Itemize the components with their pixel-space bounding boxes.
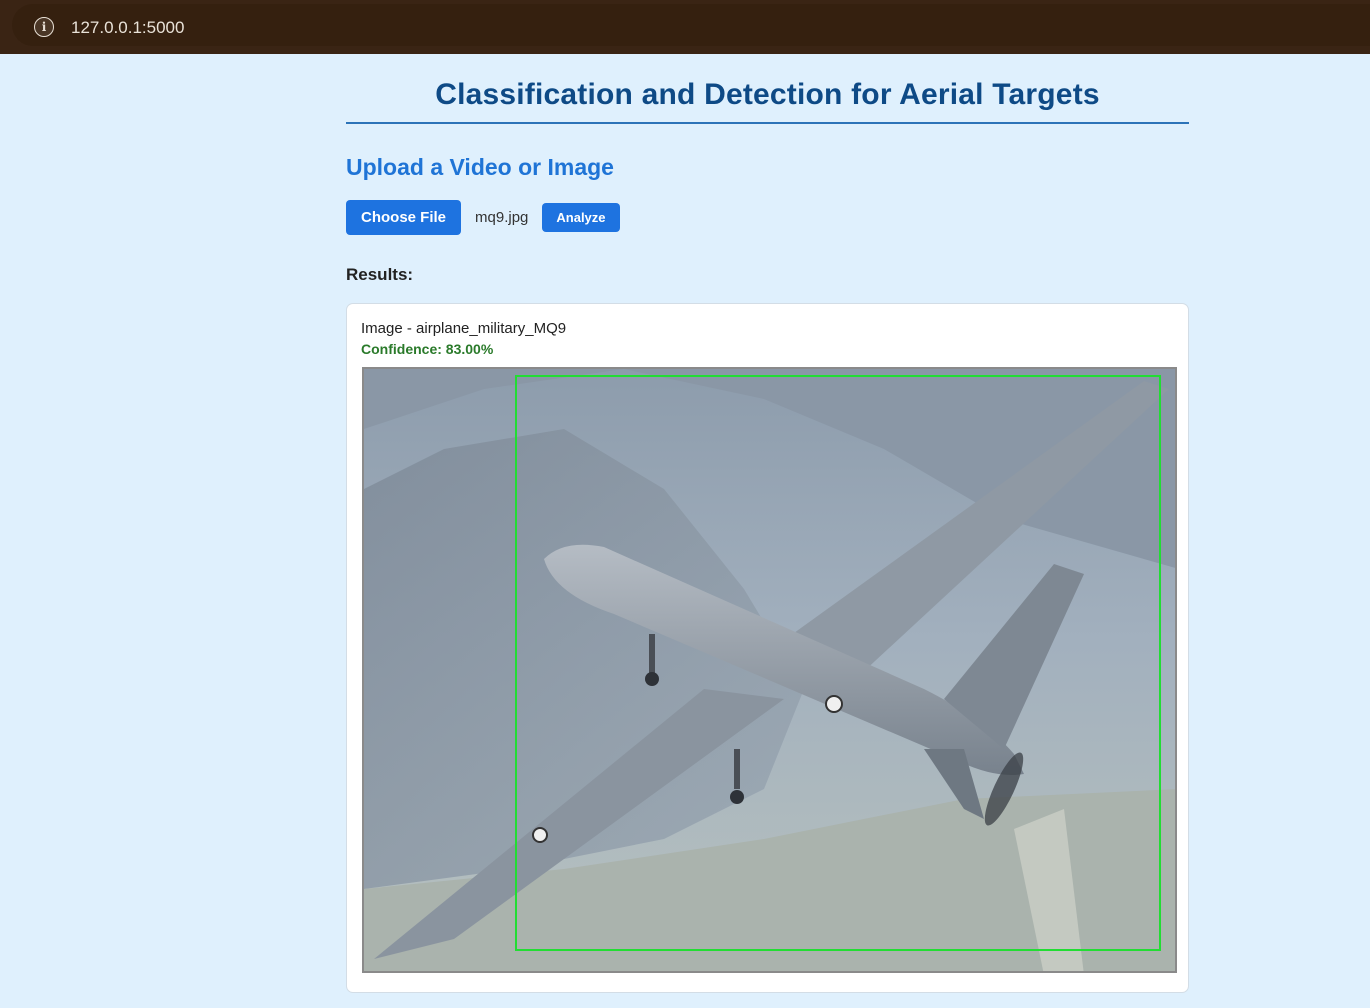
page-title: Classification and Detection for Aerial … (346, 78, 1189, 124)
selected-file-name: mq9.jpg (475, 209, 529, 226)
result-label: Image - airplane_military_MQ9 (361, 320, 567, 337)
browser-toolbar: i 127.0.0.1:5000 (0, 0, 1370, 54)
main-container: Classification and Detection for Aerial … (346, 54, 1189, 993)
detection-bounding-box (515, 375, 1161, 951)
confidence-text: Confidence: 83.00% (361, 341, 494, 357)
url-text[interactable]: 127.0.0.1:5000 (71, 18, 184, 38)
address-bar[interactable]: i 127.0.0.1:5000 (12, 4, 1370, 46)
result-card: Image - airplane_military_MQ9 Confidence… (346, 303, 1189, 993)
upload-form: Choose File mq9.jpg Analyze (346, 200, 1189, 235)
analyze-button[interactable]: Analyze (542, 203, 620, 232)
upload-heading: Upload a Video or Image (346, 154, 614, 180)
result-image (362, 367, 1177, 973)
choose-file-button[interactable]: Choose File (346, 200, 462, 235)
site-info-icon[interactable]: i (34, 17, 54, 37)
results-heading: Results: (346, 265, 414, 284)
